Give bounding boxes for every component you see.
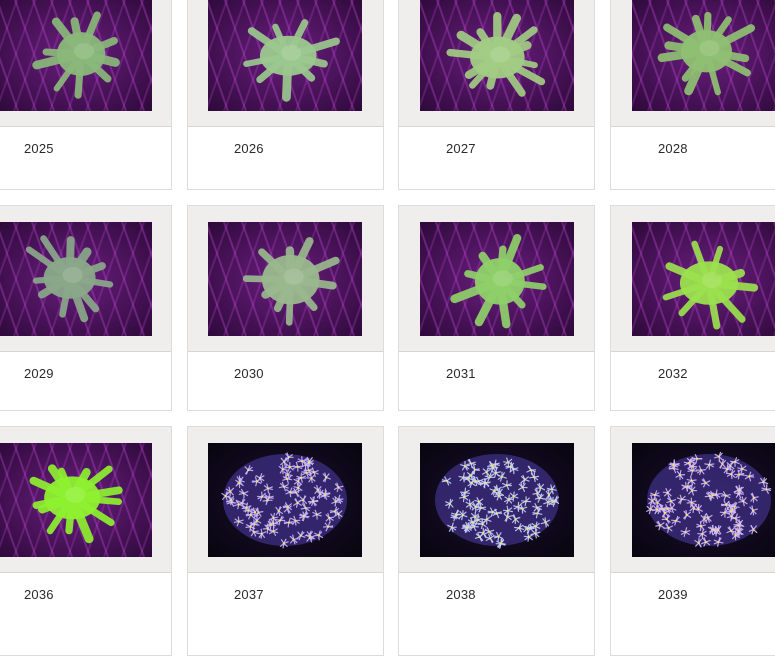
- photo-label: 2026: [234, 141, 264, 156]
- photo-card[interactable]: 2039: [610, 426, 775, 656]
- thumbnail-frame: [611, 206, 775, 352]
- coral-green-star-icon: [208, 0, 362, 111]
- photo-card[interactable]: 2028: [610, 0, 775, 190]
- thumbnail-frame: [188, 427, 383, 573]
- photo-label: 2025: [24, 141, 54, 156]
- coral-green-star-icon: [208, 222, 362, 336]
- coral-green-star-icon: [420, 222, 574, 336]
- photo-card[interactable]: 2038: [398, 426, 595, 656]
- coral-photo: [0, 0, 152, 111]
- photo-card[interactable]: 2029: [0, 205, 172, 411]
- photo-card[interactable]: 2026: [187, 0, 384, 190]
- coral-polyp-colony-icon: [632, 443, 775, 557]
- coral-photo: [0, 443, 152, 557]
- thumbnail-frame: [399, 206, 594, 352]
- photo-card[interactable]: 2025: [0, 0, 172, 190]
- coral-photo: [420, 0, 574, 111]
- thumbnail-frame: [399, 427, 594, 573]
- photo-label: 2036: [24, 587, 54, 602]
- coral-green-star-icon: [420, 0, 574, 111]
- photo-label: 2029: [24, 366, 54, 381]
- photo-label: 2032: [658, 366, 688, 381]
- thumbnail-frame: [0, 0, 171, 127]
- photo-label: 2031: [446, 366, 476, 381]
- photo-label: 2039: [658, 587, 688, 602]
- photo-card[interactable]: 2037: [187, 426, 384, 656]
- coral-photo: [208, 0, 362, 111]
- coral-green-star-icon: [632, 0, 775, 111]
- coral-polyp-colony-icon: [420, 443, 574, 557]
- thumbnail-frame: [0, 206, 171, 352]
- coral-polyp-colony-icon: [208, 443, 362, 557]
- coral-green-star-icon: [0, 222, 152, 336]
- photo-grid: 2025 2026 2027 2028 2: [0, 0, 775, 625]
- photo-card[interactable]: 2030: [187, 205, 384, 411]
- coral-photo: [420, 443, 574, 557]
- thumbnail-frame: [611, 427, 775, 573]
- coral-photo: [632, 222, 775, 336]
- photo-card[interactable]: 2027: [398, 0, 595, 190]
- photo-label: 2028: [658, 141, 688, 156]
- thumbnail-frame: [0, 427, 171, 573]
- coral-photo: [208, 443, 362, 557]
- coral-green-star-icon: [0, 443, 152, 557]
- photo-card[interactable]: 2032: [610, 205, 775, 411]
- photo-label: 2027: [446, 141, 476, 156]
- coral-green-star-icon: [632, 222, 775, 336]
- photo-label: 2030: [234, 366, 264, 381]
- coral-photo: [0, 222, 152, 336]
- photo-label: 2037: [234, 587, 264, 602]
- photo-label: 2038: [446, 587, 476, 602]
- thumbnail-frame: [611, 0, 775, 127]
- coral-green-star-icon: [0, 0, 152, 111]
- coral-photo: [632, 443, 775, 557]
- photo-card[interactable]: 2031: [398, 205, 595, 411]
- thumbnail-frame: [399, 0, 594, 127]
- thumbnail-frame: [188, 206, 383, 352]
- coral-photo: [420, 222, 574, 336]
- thumbnail-frame: [188, 0, 383, 127]
- coral-photo: [632, 0, 775, 111]
- photo-card[interactable]: 2036: [0, 426, 172, 656]
- coral-photo: [208, 222, 362, 336]
